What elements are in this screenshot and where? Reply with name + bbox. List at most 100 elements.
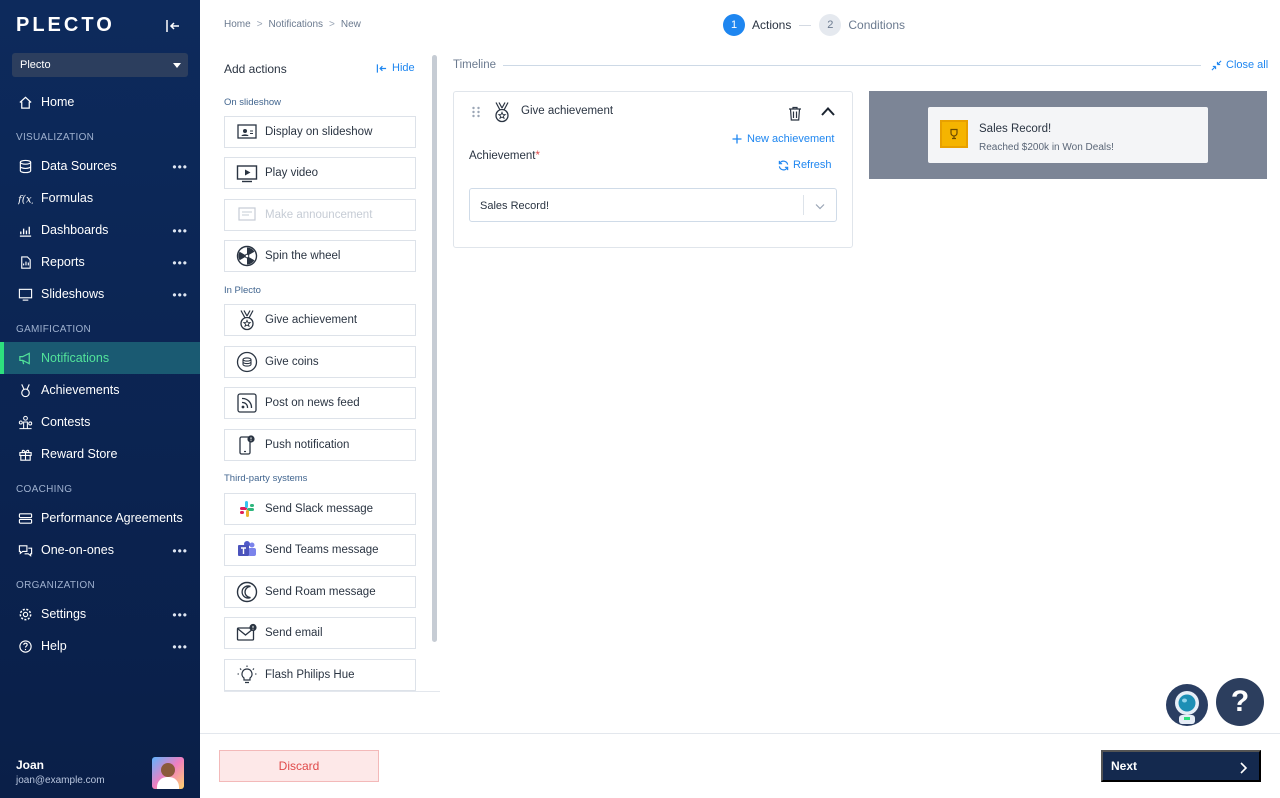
trash-icon[interactable] bbox=[788, 106, 802, 121]
agreement-icon bbox=[18, 512, 33, 524]
send-email-button[interactable]: Send email bbox=[224, 617, 416, 649]
sidebar-item-achievements[interactable]: Achievements bbox=[0, 374, 200, 406]
post-on-news-feed-button[interactable]: Post on news feed bbox=[224, 387, 416, 419]
spin-the-wheel-button[interactable]: Spin the wheel bbox=[224, 240, 416, 272]
organization-select[interactable]: Plecto bbox=[12, 53, 188, 77]
trophy-badge bbox=[940, 120, 968, 148]
preview-card: Sales Record! Reached $200k in Won Deals… bbox=[928, 107, 1208, 163]
email-icon bbox=[236, 623, 257, 641]
sidebar-item-dashboards[interactable]: Dashboards ••• bbox=[0, 214, 200, 246]
card-title: Give achievement bbox=[521, 105, 614, 117]
action-label: Flash Philips Hue bbox=[265, 669, 355, 681]
stepper: 1 Actions 2 Conditions bbox=[723, 14, 905, 36]
more-icon[interactable]: ••• bbox=[172, 256, 188, 270]
discard-button[interactable]: Discard bbox=[219, 750, 379, 782]
sidebar-item-reports[interactable]: Reports ••• bbox=[0, 246, 200, 278]
chevron-up-icon[interactable] bbox=[820, 104, 836, 118]
send-teams-message-button[interactable]: Send Teams message bbox=[224, 534, 416, 566]
more-icon[interactable]: ••• bbox=[172, 160, 188, 174]
chart-icon bbox=[19, 226, 32, 237]
send-roam-message-button[interactable]: Send Roam message bbox=[224, 576, 416, 608]
refresh-icon bbox=[778, 160, 789, 170]
give-achievement-card: Give achievement New achievement Achieve… bbox=[453, 91, 853, 248]
breadcrumb-separator: > bbox=[256, 19, 263, 30]
sidebar-item-reward-store[interactable]: Reward Store bbox=[0, 438, 200, 470]
breadcrumb-separator: > bbox=[329, 19, 335, 30]
sidebar-item-label: One-on-ones bbox=[41, 543, 114, 557]
action-label: Post on news feed bbox=[265, 397, 360, 409]
sidebar-item-label: Home bbox=[41, 95, 75, 109]
help-fab-button[interactable]: ? bbox=[1216, 678, 1264, 726]
report-icon bbox=[21, 255, 31, 269]
assistant-bot-button[interactable] bbox=[1166, 684, 1208, 726]
sidebar-item-formulas[interactable]: f(x) Formulas bbox=[0, 182, 200, 214]
sidebar-item-label: Achievements bbox=[41, 383, 120, 397]
sidebar-item-slideshows[interactable]: Slideshows ••• bbox=[0, 278, 200, 310]
give-coins-button[interactable]: Give coins bbox=[224, 346, 416, 378]
more-icon[interactable]: ••• bbox=[172, 640, 188, 654]
actions-panel-scrollbar[interactable] bbox=[432, 55, 437, 642]
sidebar-item-label: Settings bbox=[41, 607, 87, 621]
play-video-button[interactable]: Play video bbox=[224, 157, 416, 189]
announcement-icon bbox=[238, 207, 256, 221]
action-label: Send Roam message bbox=[265, 586, 376, 598]
close-all-button[interactable]: Close all bbox=[1211, 59, 1268, 71]
footer-divider bbox=[200, 733, 1280, 734]
sidebar-item-notifications[interactable]: Notifications bbox=[0, 342, 200, 374]
refresh-button[interactable]: Refresh bbox=[778, 159, 832, 171]
push-notification-button[interactable]: Push notification bbox=[224, 429, 416, 461]
svg-text:f(x): f(x) bbox=[18, 193, 33, 205]
achievement-select[interactable]: Sales Record! bbox=[469, 188, 837, 222]
teams-icon bbox=[238, 541, 256, 556]
breadcrumb-notifications[interactable]: Notifications bbox=[269, 19, 323, 30]
collapse-left-icon bbox=[376, 63, 387, 73]
hide-panel-button[interactable]: Hide bbox=[376, 62, 415, 74]
flash-philips-hue-button[interactable]: Flash Philips Hue bbox=[224, 659, 416, 691]
action-label: Spin the wheel bbox=[265, 250, 341, 262]
action-label: Send Slack message bbox=[265, 503, 374, 515]
action-label: Give achievement bbox=[265, 314, 358, 326]
step-actions-label[interactable]: Actions bbox=[752, 18, 791, 32]
achievement-select-value: Sales Record! bbox=[480, 200, 550, 212]
roam-icon bbox=[236, 581, 258, 603]
step-conditions-label[interactable]: Conditions bbox=[848, 18, 905, 32]
user-info[interactable]: Joan joan@example.com bbox=[16, 758, 105, 786]
sidebar-item-one-on-ones[interactable]: One-on-ones ••• bbox=[0, 534, 200, 566]
section-coaching: COACHING bbox=[16, 484, 73, 495]
close-all-label: Close all bbox=[1226, 59, 1269, 71]
medal-icon bbox=[21, 383, 30, 397]
step-actions-number[interactable]: 1 bbox=[723, 14, 745, 36]
sidebar-item-performance-agreements[interactable]: Performance Agreements bbox=[0, 502, 200, 534]
more-icon[interactable]: ••• bbox=[172, 608, 188, 622]
display-on-slideshow-button[interactable]: Display on slideshow bbox=[224, 116, 416, 148]
new-achievement-button[interactable]: New achievement bbox=[732, 133, 834, 145]
sidebar-item-label: Notifications bbox=[41, 351, 110, 365]
avatar[interactable] bbox=[152, 757, 184, 789]
sidebar-item-settings[interactable]: Settings ••• bbox=[0, 598, 200, 630]
more-icon[interactable]: ••• bbox=[172, 544, 188, 558]
breadcrumb-home[interactable]: Home bbox=[224, 19, 251, 30]
collapse-sidebar-icon[interactable] bbox=[164, 17, 182, 35]
more-icon[interactable]: ••• bbox=[172, 288, 188, 302]
give-achievement-button[interactable]: Give achievement bbox=[224, 304, 416, 336]
sidebar-item-label: Reward Store bbox=[41, 447, 118, 461]
sidebar-item-data-sources[interactable]: Data Sources ••• bbox=[0, 150, 200, 182]
action-label: Make announcement bbox=[265, 209, 373, 221]
next-button[interactable]: Next bbox=[1101, 750, 1261, 782]
sidebar-item-contests[interactable]: Contests bbox=[0, 406, 200, 438]
action-label: Play video bbox=[265, 167, 319, 179]
chevron-down-icon bbox=[815, 204, 825, 210]
hide-label: Hide bbox=[392, 62, 415, 74]
action-label: Send Teams message bbox=[265, 544, 379, 556]
drag-handle-icon[interactable] bbox=[471, 106, 481, 118]
caret-down-icon bbox=[173, 63, 181, 68]
step-conditions-number[interactable]: 2 bbox=[819, 14, 842, 36]
sidebar-item-home[interactable]: Home bbox=[0, 86, 200, 118]
slideshow-display-icon bbox=[237, 124, 257, 139]
timeline-title: Timeline bbox=[453, 59, 497, 71]
astronaut-bot-icon bbox=[1175, 691, 1199, 724]
more-icon[interactable]: ••• bbox=[172, 224, 188, 238]
sidebar-item-help[interactable]: Help ••• bbox=[0, 630, 200, 662]
send-slack-message-button[interactable]: Send Slack message bbox=[224, 493, 416, 525]
make-announcement-button: Make announcement bbox=[224, 199, 416, 231]
